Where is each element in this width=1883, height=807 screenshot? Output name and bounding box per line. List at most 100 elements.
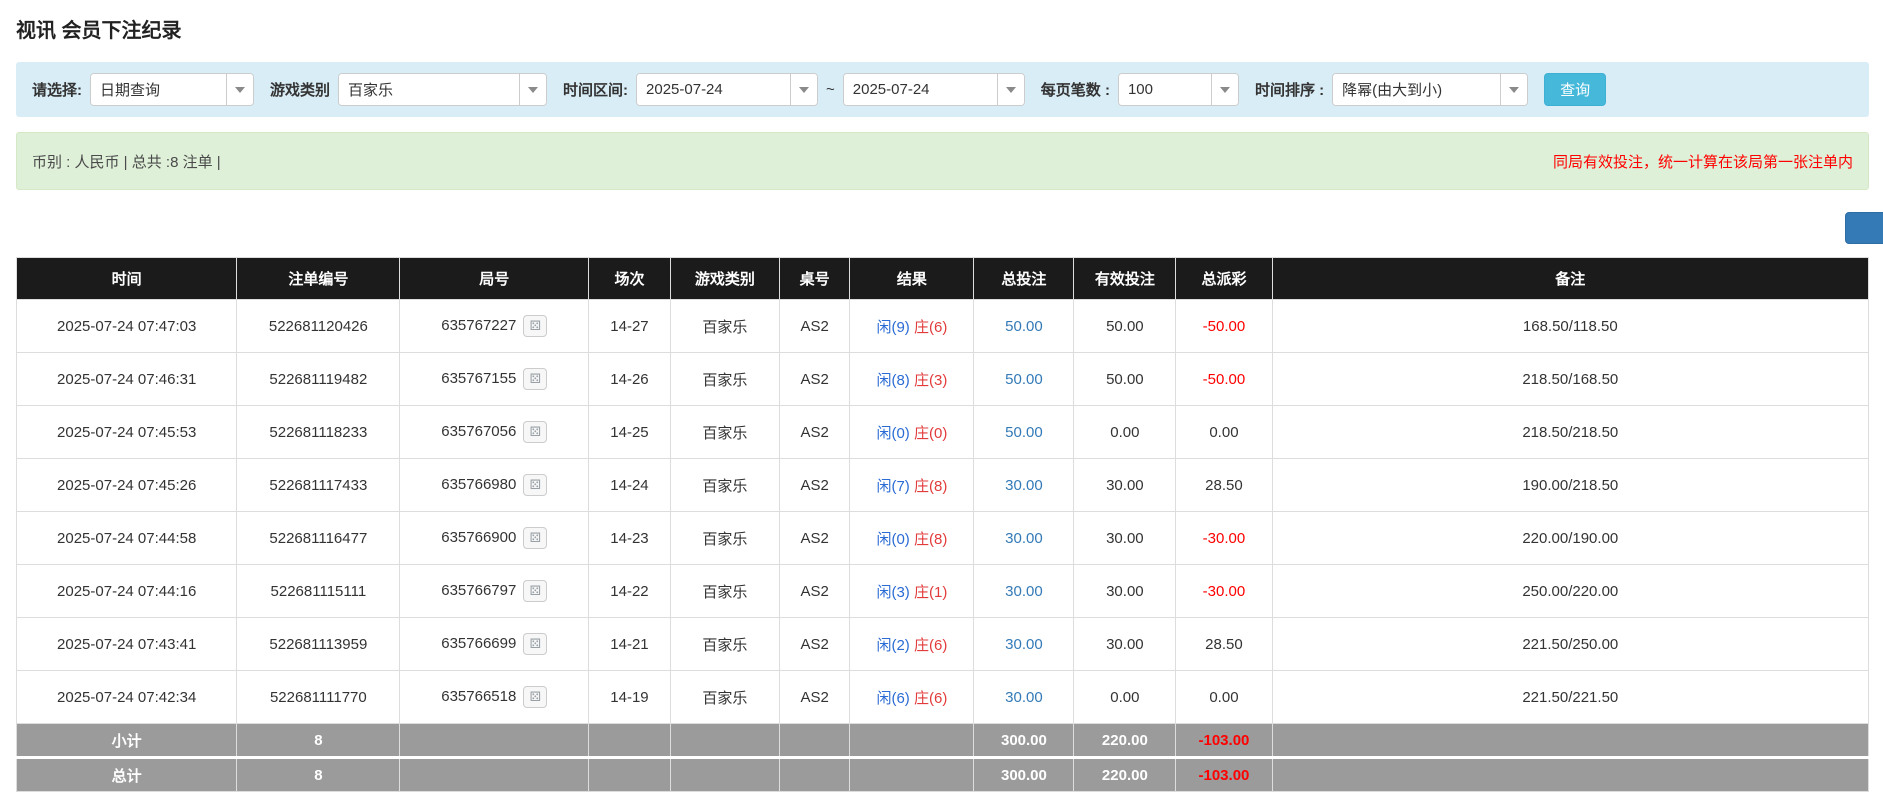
bet-records-table: 时间注单编号局号场次游戏类别桌号结果总投注有效投注总派彩备注 2025-07-2… bbox=[16, 257, 1869, 792]
game-result-image-icon[interactable]: ⚄ bbox=[523, 633, 547, 655]
chevron-down-icon bbox=[528, 87, 538, 93]
filter-bar: 请选择: 游戏类别 时间区间: ~ 每页笔数 : 时间排序 : bbox=[16, 62, 1869, 117]
bet-id-cell: 522681111770 bbox=[237, 671, 400, 724]
game-type-cell: 百家乐 bbox=[670, 406, 779, 459]
total-row: 总计 8 300.00 220.00 -103.00 bbox=[17, 758, 1869, 792]
game-result-image-icon[interactable]: ⚄ bbox=[523, 315, 547, 337]
subtotal-row: 小计 8 300.00 220.00 -103.00 bbox=[17, 724, 1869, 758]
date-to-dropdown-button[interactable] bbox=[997, 74, 1024, 105]
game-type-dropdown-button[interactable] bbox=[519, 74, 546, 105]
session-cell: 14-19 bbox=[589, 671, 670, 724]
session-cell: 14-26 bbox=[589, 353, 670, 406]
footer-empty-cell bbox=[850, 758, 974, 792]
game-result-image-icon[interactable]: ⚄ bbox=[523, 368, 547, 390]
date-range-label: 时间区间: bbox=[563, 79, 628, 100]
summary-warning-text: 同局有效投注，统一计算在该局第一张注单内 bbox=[1553, 151, 1853, 172]
column-header: 桌号 bbox=[779, 258, 849, 300]
total-bet-link[interactable]: 30.00 bbox=[1005, 689, 1043, 706]
result-player: 闲(3) bbox=[876, 584, 909, 601]
valid-bet-cell: 0.00 bbox=[1074, 671, 1176, 724]
table-no-cell: AS2 bbox=[779, 406, 849, 459]
total-bet-cell: 30.00 bbox=[974, 618, 1074, 671]
page-size-dropdown-button[interactable] bbox=[1211, 74, 1238, 105]
result-player: 闲(0) bbox=[876, 531, 909, 548]
page-size-input[interactable] bbox=[1119, 74, 1211, 105]
search-button[interactable]: 查询 bbox=[1544, 73, 1606, 106]
table-no-cell: AS2 bbox=[779, 459, 849, 512]
table-no-cell: AS2 bbox=[779, 565, 849, 618]
subtotal-label: 小计 bbox=[17, 724, 237, 758]
total-bet-link[interactable]: 50.00 bbox=[1005, 318, 1043, 335]
column-header: 游戏类别 bbox=[670, 258, 779, 300]
column-header: 总派彩 bbox=[1176, 258, 1272, 300]
result-cell: 闲(8) 庄(3) bbox=[850, 353, 974, 406]
result-player: 闲(9) bbox=[876, 319, 909, 336]
sort-order-dropdown-button[interactable] bbox=[1500, 74, 1527, 105]
total-bet-link[interactable]: 30.00 bbox=[1005, 530, 1043, 547]
date-from-dropdown-button[interactable] bbox=[790, 74, 817, 105]
total-bet-link[interactable]: 30.00 bbox=[1005, 636, 1043, 653]
game-result-image-icon[interactable]: ⚄ bbox=[523, 474, 547, 496]
table-row: 2025-07-24 07:44:16 522681115111 6357667… bbox=[17, 565, 1869, 618]
remark-cell: 250.00/220.00 bbox=[1272, 565, 1868, 618]
result-banker: 庄(6) bbox=[914, 319, 947, 336]
valid-bet-cell: 30.00 bbox=[1074, 512, 1176, 565]
total-bet-link[interactable]: 30.00 bbox=[1005, 583, 1043, 600]
total-bet-link[interactable]: 50.00 bbox=[1005, 371, 1043, 388]
total-bet-cell: 50.00 bbox=[974, 300, 1074, 353]
game-result-image-icon[interactable]: ⚄ bbox=[523, 580, 547, 602]
table-no-cell: AS2 bbox=[779, 671, 849, 724]
round-id: 635766900 bbox=[441, 529, 516, 546]
result-banker: 庄(6) bbox=[914, 637, 947, 654]
remark-cell: 190.00/218.50 bbox=[1272, 459, 1868, 512]
valid-bet-cell: 50.00 bbox=[1074, 353, 1176, 406]
game-type-combobox bbox=[338, 73, 547, 106]
date-to-combobox bbox=[843, 73, 1025, 106]
game-type-input[interactable] bbox=[339, 74, 519, 105]
round-id: 635767227 bbox=[441, 317, 516, 334]
round-id: 635767155 bbox=[441, 370, 516, 387]
payout-cell: -30.00 bbox=[1176, 565, 1272, 618]
game-result-image-icon[interactable]: ⚄ bbox=[523, 686, 547, 708]
game-type-cell: 百家乐 bbox=[670, 618, 779, 671]
page-title: 视讯 会员下注纪录 bbox=[16, 14, 1869, 43]
table-row: 2025-07-24 07:44:58 522681116477 6357669… bbox=[17, 512, 1869, 565]
column-header: 有效投注 bbox=[1074, 258, 1176, 300]
column-header: 局号 bbox=[400, 258, 589, 300]
total-bet-link[interactable]: 50.00 bbox=[1005, 424, 1043, 441]
round-cell: 635766980 ⚄ bbox=[400, 459, 589, 512]
date-from-input[interactable] bbox=[637, 74, 790, 105]
bet-id-cell: 522681117433 bbox=[237, 459, 400, 512]
game-result-image-icon[interactable]: ⚄ bbox=[523, 421, 547, 443]
sort-order-label: 时间排序 : bbox=[1255, 79, 1324, 100]
summary-bar: 币别 : 人民币 | 总共 :8 注单 | 同局有效投注，统一计算在该局第一张注… bbox=[16, 132, 1869, 190]
date-to-input[interactable] bbox=[844, 74, 997, 105]
page-size-label: 每页笔数 : bbox=[1041, 79, 1110, 100]
total-bet-link[interactable]: 30.00 bbox=[1005, 477, 1043, 494]
footer-empty-cell bbox=[400, 758, 589, 792]
total-bet-cell: 50.00 bbox=[974, 353, 1074, 406]
game-result-image-icon[interactable]: ⚄ bbox=[523, 527, 547, 549]
remark-cell: 218.50/168.50 bbox=[1272, 353, 1868, 406]
bet-id-cell: 522681118233 bbox=[237, 406, 400, 459]
game-type-cell: 百家乐 bbox=[670, 459, 779, 512]
result-cell: 闲(0) 庄(0) bbox=[850, 406, 974, 459]
session-cell: 14-27 bbox=[589, 300, 670, 353]
game-type-label: 游戏类别 bbox=[270, 79, 330, 100]
table-row: 2025-07-24 07:43:41 522681113959 6357666… bbox=[17, 618, 1869, 671]
sort-order-input[interactable] bbox=[1333, 74, 1500, 105]
query-type-input[interactable] bbox=[91, 74, 226, 105]
round-cell: 635767155 ⚄ bbox=[400, 353, 589, 406]
result-banker: 庄(0) bbox=[914, 425, 947, 442]
export-button[interactable] bbox=[1845, 212, 1883, 244]
footer-empty-cell bbox=[589, 724, 670, 758]
round-id: 635766980 bbox=[441, 476, 516, 493]
chevron-down-icon bbox=[235, 87, 245, 93]
column-header: 时间 bbox=[17, 258, 237, 300]
session-cell: 14-24 bbox=[589, 459, 670, 512]
round-id: 635766699 bbox=[441, 635, 516, 652]
query-type-dropdown-button[interactable] bbox=[226, 74, 253, 105]
column-header: 总投注 bbox=[974, 258, 1074, 300]
game-type-cell: 百家乐 bbox=[670, 565, 779, 618]
result-cell: 闲(2) 庄(6) bbox=[850, 618, 974, 671]
